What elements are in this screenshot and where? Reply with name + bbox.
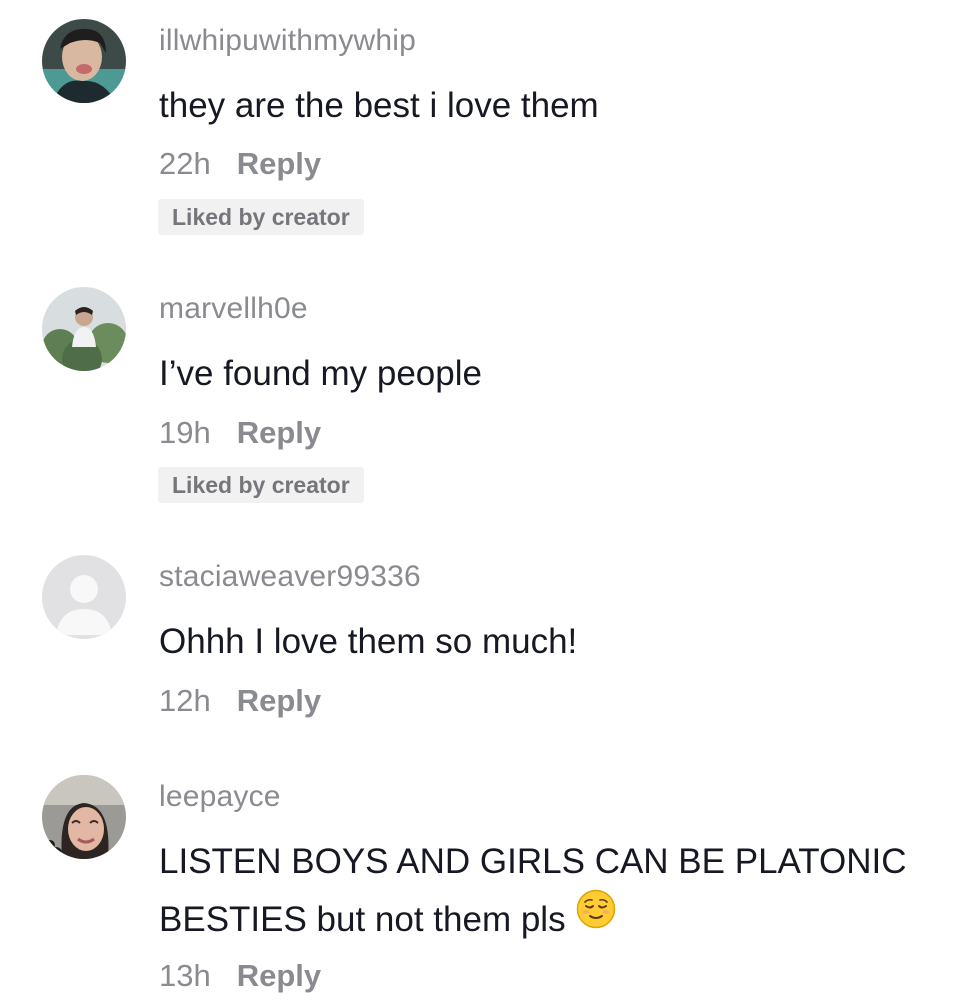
relieved-face-icon [576, 889, 616, 946]
avatar[interactable] [42, 775, 126, 859]
comment-text: Ohhh I love them so much! [159, 622, 578, 661]
comment-text-line: LISTEN BOYS AND GIRLS CAN BE PLATONIC [159, 842, 907, 881]
comment-meta: 12h Reply [159, 683, 321, 719]
avatar[interactable] [42, 555, 126, 639]
reply-button[interactable]: Reply [237, 146, 321, 181]
comment-username[interactable]: marvellh0e [159, 292, 308, 326]
comment-time: 22h [159, 146, 211, 181]
comment-meta: 22h Reply [159, 146, 321, 182]
avatar[interactable] [42, 19, 126, 103]
reply-button[interactable]: Reply [237, 415, 321, 450]
comment-username[interactable]: staciaweaver99336 [159, 560, 421, 594]
comment-time: 19h [159, 415, 211, 450]
avatar[interactable] [42, 287, 126, 371]
comment-text: I’ve found my people [159, 354, 482, 393]
comment-meta: 19h Reply [159, 415, 321, 451]
comment-time: 12h [159, 683, 211, 718]
liked-by-creator-badge: Liked by creator [158, 467, 364, 503]
comment-text-line: BESTIES but not them pls [159, 889, 949, 950]
comment-time: 13h [159, 958, 211, 993]
reply-button[interactable]: Reply [237, 958, 321, 993]
comment-text: they are the best i love them [159, 86, 599, 125]
comment-text: LISTEN BOYS AND GIRLS CAN BE PLATONIC BE… [159, 834, 949, 950]
reply-button[interactable]: Reply [237, 683, 321, 718]
comment-text-line-2: BESTIES but not them pls [159, 900, 566, 939]
comment-username[interactable]: illwhipuwithmywhip [159, 24, 416, 58]
comment-username[interactable]: leepayce [159, 780, 281, 814]
comment-meta: 13h Reply [159, 958, 321, 994]
liked-by-creator-badge: Liked by creator [158, 199, 364, 235]
